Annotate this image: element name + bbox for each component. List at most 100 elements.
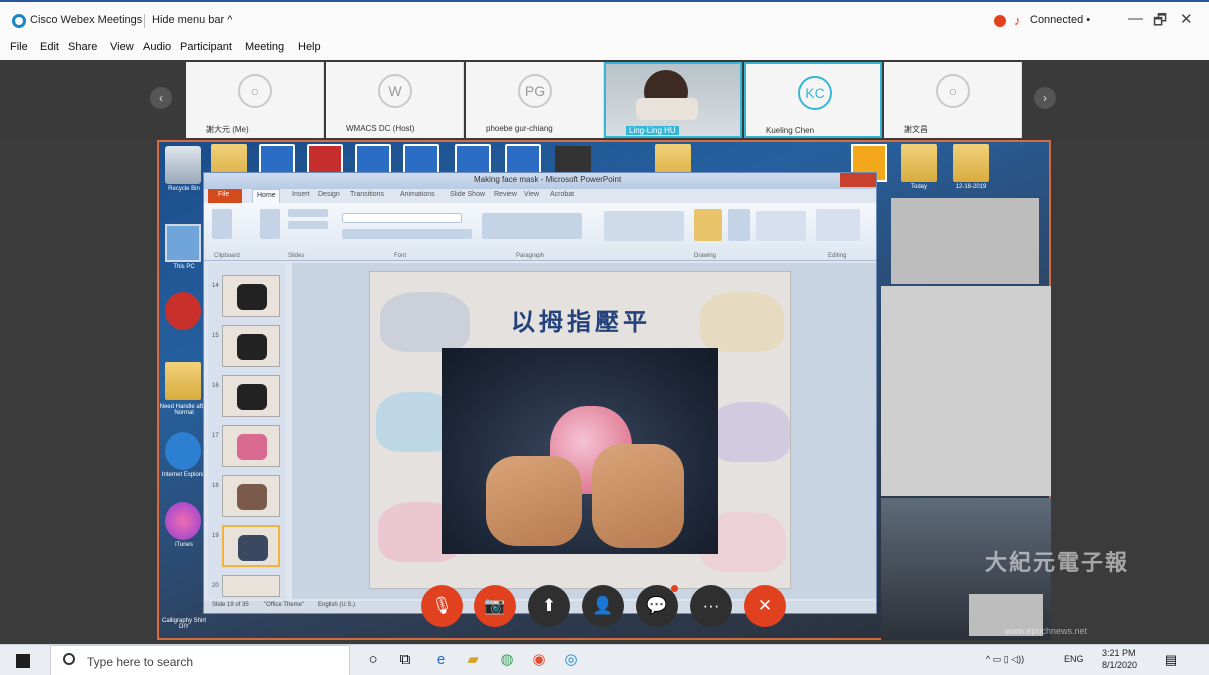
chrome-icon[interactable]: ◉ [528,649,550,671]
ppt-close-button[interactable] [840,173,876,187]
scroll-left-icon[interactable]: ‹ [150,87,172,109]
slide-thumbnail-selected[interactable] [222,525,280,567]
close-button[interactable]: ✕ [1180,10,1193,28]
menu-view[interactable]: View [110,41,134,53]
menu-help[interactable]: Help [298,41,321,53]
participant-video-tile[interactable]: Ling-Ling HU [604,62,742,138]
slide-thumbnail[interactable] [222,275,280,317]
desktop-label: This PC [173,264,195,270]
tab-file-label: File [218,191,230,198]
tab-file[interactable]: File [208,189,242,203]
arrange-button[interactable] [694,209,722,241]
tab-review[interactable]: Review [494,191,517,198]
webex-taskbar-icon[interactable]: ◎ [560,649,582,671]
group-drawing: Drawing [694,253,717,259]
slide-title: 以拇指壓平 [511,307,651,336]
desktop-label: iTunes [175,542,193,548]
thumb-number: 17 [212,433,219,439]
clock-date[interactable]: 8/1/2020 [1102,660,1137,670]
tab-animations[interactable]: Animations [400,191,435,198]
tab-acrobat[interactable]: Acrobat [550,191,574,198]
participant-tile[interactable]: KC Kueling Chen [744,62,882,138]
menu-audio[interactable]: Audio [143,41,171,53]
paragraph-buttons[interactable] [482,213,582,239]
tab-slide-show[interactable]: Slide Show [450,191,485,198]
font-format-buttons[interactable] [342,229,472,239]
menu-edit[interactable]: Edit [40,41,59,53]
mute-button[interactable]: 🎙 [421,585,463,627]
slide-thumbnail[interactable] [222,375,280,417]
taskbar-search-input[interactable]: Type here to search [50,645,350,675]
minimize-button[interactable]: — [1128,10,1143,27]
thumb-image [237,334,267,360]
clock-time[interactable]: 3:21 PM [1102,648,1136,658]
layout-button[interactable] [288,209,328,217]
leave-meeting-button[interactable]: ✕ [744,585,786,627]
quick-styles-button[interactable] [728,209,750,241]
font-select[interactable] [342,213,462,223]
shape-format-buttons[interactable] [756,211,806,241]
slide-thumbnail[interactable] [222,325,280,367]
participant-tile[interactable]: ○ 謝大元 (Me) [186,62,324,138]
menu-meeting[interactable]: Meeting [245,41,284,53]
restore-button[interactable]: 🗗 [1153,10,1167,35]
menu-participant[interactable]: Participant [180,41,232,53]
ppt-window-title: Making face mask - Microsoft PowerPoint [474,175,622,184]
notifications-icon[interactable]: ▤ [1160,649,1182,671]
participant-tile[interactable]: PG phoebe gur-chiang [466,62,604,138]
participant-name: phoebe gur-chiang [486,124,553,133]
hidden-window-block [881,286,1051,496]
tab-transitions[interactable]: Transitions [350,191,384,198]
task-view-icon[interactable]: ⧉ [394,649,416,671]
participant-name: WMACS DC (Host) [346,124,415,133]
paste-button[interactable] [212,209,232,239]
desktop-label: Today [910,184,927,190]
thumb-image [238,535,268,561]
file-explorer-icon[interactable]: ▰ [462,649,484,671]
edge-browser-icon[interactable]: e [430,649,452,671]
video-button[interactable]: 📷 [474,585,516,627]
reset-button[interactable] [288,221,328,229]
slide-thumbnail[interactable] [222,475,280,517]
participant-tile[interactable]: ○ 謝文昌 [884,62,1022,138]
editing-buttons[interactable] [816,209,860,241]
shapes-gallery[interactable] [604,211,684,241]
app-title: Cisco Webex Meetings [30,14,143,26]
participant-name: 謝大元 (Me) [206,125,249,134]
more-options-button[interactable]: ··· [690,585,732,627]
desktop-label: 12-18-2019 [955,184,987,190]
tab-view[interactable]: View [524,191,539,198]
internet-explorer-icon [165,432,201,470]
desktop-label: Need Handle after Normal [159,404,209,416]
slide-thumbnail[interactable] [222,575,280,597]
avatar-icon: ○ [238,74,272,108]
hide-menu-bar-button[interactable]: Hide menu bar ^ [152,14,232,26]
share-button[interactable]: ⬆ [528,585,570,627]
participant-tile[interactable]: W WMACS DC (Host) [326,62,464,138]
chat-app-icon[interactable]: ◍ [496,649,518,671]
menu-file[interactable]: File [10,41,28,53]
windows-start-icon[interactable] [16,654,30,668]
menu-share[interactable]: Share [68,41,97,53]
participants-button[interactable]: 👤 [582,585,624,627]
tab-home[interactable]: Home [252,189,280,203]
tab-insert[interactable]: Insert [292,191,310,198]
slide-thumbnail[interactable] [222,425,280,467]
scroll-right-icon[interactable]: › [1034,87,1056,109]
desktop-label: Calligraphy Shirt DIY [161,618,207,630]
taskbar: Type here to search [0,644,1209,675]
system-tray-icons[interactable]: ^ ▭ ▯ ◁)) [986,654,1024,665]
folder-icon [165,362,201,400]
slide-canvas[interactable]: 以拇指壓平 [369,271,791,589]
webex-logo-icon [12,14,26,28]
group-font: Font [394,253,407,259]
tab-design[interactable]: Design [318,191,340,198]
avatar: W [378,74,412,108]
language-indicator[interactable]: ENG [1064,654,1084,664]
new-slide-button[interactable] [260,209,280,239]
ribbon: Clipboard Slides Font Paragraph Drawing … [204,203,876,261]
group-paragraph: Paragraph [516,253,545,259]
title-divider [144,14,145,28]
slide-thumbnail-pane: 14 15 16 17 18 19 20 [208,263,286,599]
cortana-icon[interactable]: ○ [362,649,384,671]
